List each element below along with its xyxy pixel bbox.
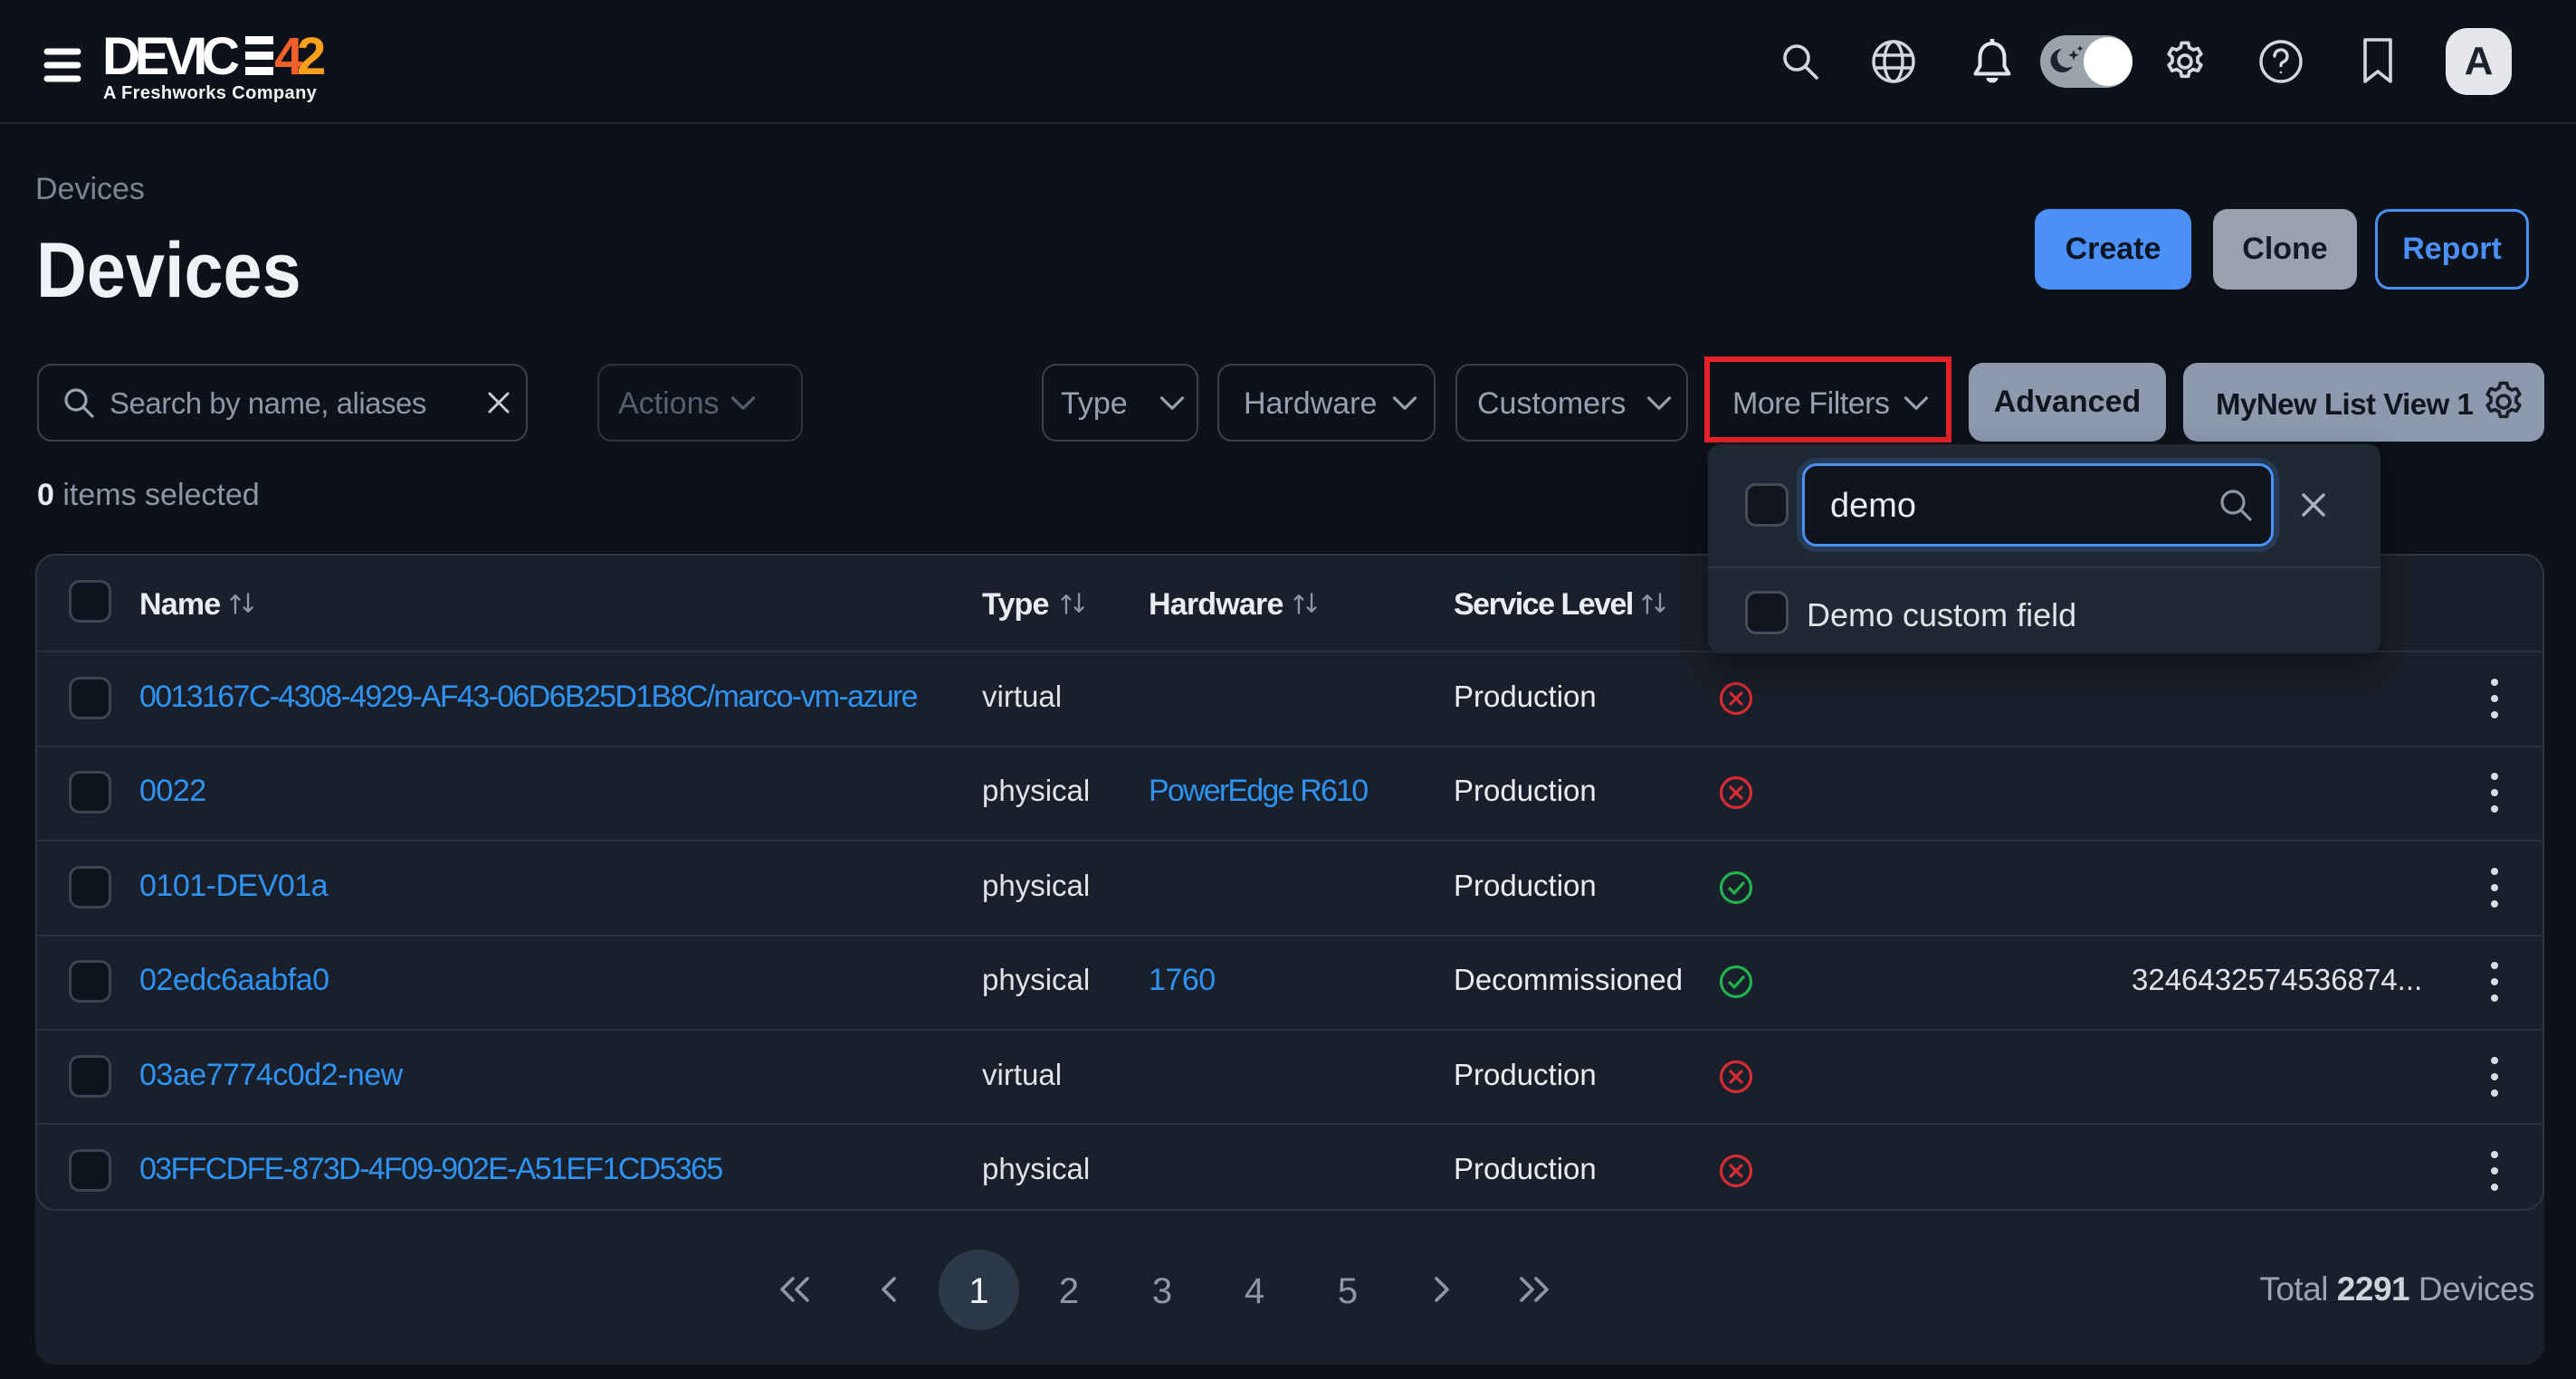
svg-text:2: 2 bbox=[297, 33, 326, 86]
svg-text:DEVIC: DEVIC bbox=[102, 33, 240, 86]
